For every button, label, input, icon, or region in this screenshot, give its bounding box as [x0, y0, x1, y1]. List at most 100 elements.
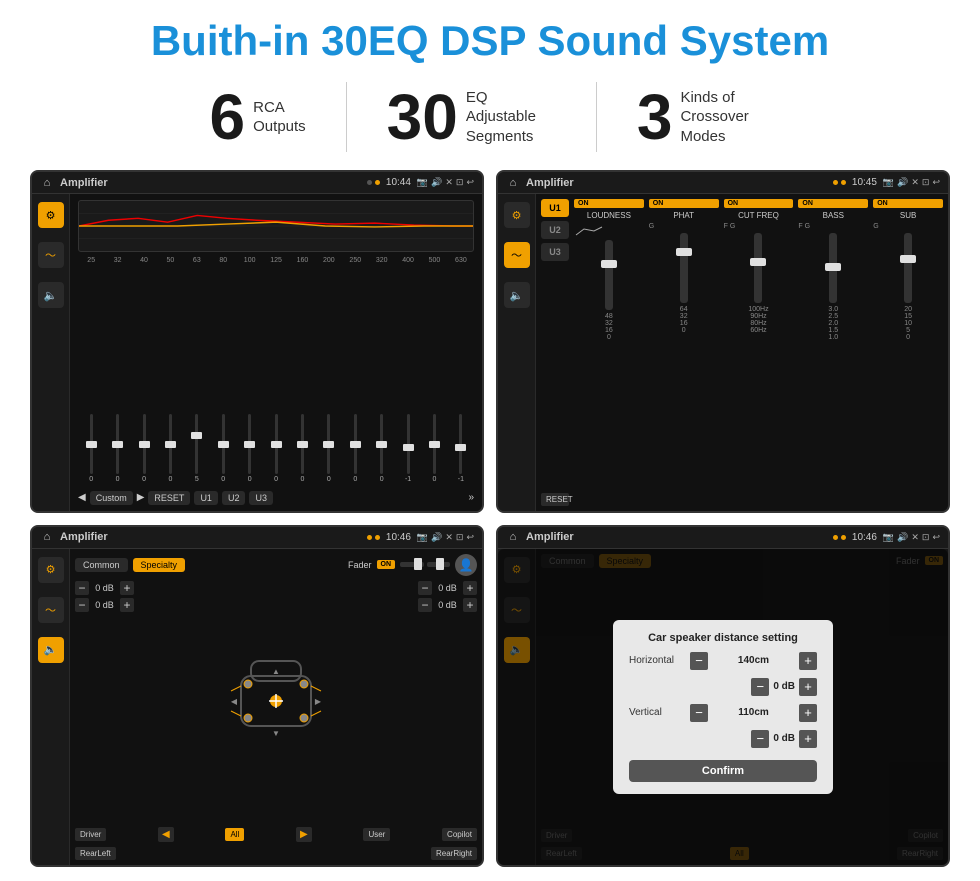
eq-reset-btn[interactable]: RESET — [148, 491, 190, 505]
btn-all[interactable]: All — [225, 828, 244, 841]
btn-user[interactable]: User — [363, 828, 390, 841]
bass-on-badge[interactable]: ON — [798, 199, 868, 208]
dialog-horizontal-minus[interactable]: − — [690, 652, 708, 670]
dot6 — [375, 535, 380, 540]
fader-track-1[interactable] — [400, 562, 424, 567]
home-icon-2[interactable]: ⌂ — [506, 176, 520, 190]
eq-prev-arrow[interactable]: ◀ — [78, 492, 86, 503]
distance-status-bar: ⌂ Amplifier 10:46 📷 🔊 ✕ ⊡ ↩ — [498, 527, 948, 549]
volume-icon-4: 🔊 — [897, 532, 908, 543]
loudness-on-badge[interactable]: ON — [574, 199, 644, 208]
btn-copilot[interactable]: Copilot — [442, 828, 477, 841]
tab-specialty[interactable]: Specialty — [133, 558, 186, 572]
dialog-db-plus-1[interactable]: + — [799, 678, 817, 696]
crossover-sidebar-speaker[interactable]: 🔈 — [504, 282, 530, 308]
dialog-db-plus-2[interactable]: + — [799, 730, 817, 748]
fader-thumb-1 — [414, 558, 422, 570]
loudness-slider[interactable] — [605, 240, 613, 310]
eq-freq-200: 200 — [316, 257, 342, 264]
fader-sidebar-active[interactable]: 🔈 — [38, 637, 64, 663]
eq-preset-custom[interactable]: Custom — [90, 491, 133, 505]
dialog-db-val-2: 0 dB — [773, 733, 795, 744]
fader-sidebar-eq[interactable]: ⚙ — [38, 557, 64, 583]
eq-status-dots — [367, 180, 380, 185]
page-wrapper: Buith-in 30EQ DSP Sound System 6 RCAOutp… — [0, 0, 980, 881]
btn-arrow-right[interactable]: ▶ — [296, 827, 312, 842]
camera-icon-4: 📷 — [883, 532, 894, 543]
db-plus-1[interactable]: + — [120, 581, 134, 595]
dialog-confirm-button[interactable]: Confirm — [629, 760, 817, 782]
phat-label: PHAT — [649, 211, 719, 220]
db-plus-3[interactable]: + — [463, 581, 477, 595]
cutfreq-slider[interactable] — [754, 233, 762, 303]
cutfreq-on-badge[interactable]: ON — [724, 199, 794, 208]
loudness-curve — [574, 223, 604, 237]
back-icon-3[interactable]: ↩ — [466, 532, 474, 543]
preset-u1[interactable]: U1 — [541, 199, 569, 217]
dialog-db-minus-1[interactable]: − — [751, 678, 769, 696]
x-icon-4: ✕ — [911, 532, 919, 543]
home-icon-4[interactable]: ⌂ — [506, 530, 520, 544]
preset-u3[interactable]: U3 — [541, 243, 569, 261]
eq-app-name: Amplifier — [60, 177, 361, 189]
crossover-status-icons: 📷 🔊 ✕ ⊡ ↩ — [883, 177, 940, 188]
btn-rear-left[interactable]: RearLeft — [75, 847, 116, 860]
dot2 — [375, 180, 380, 185]
db-minus-2[interactable]: − — [75, 598, 89, 612]
crossover-sidebar-eq[interactable]: ⚙ — [504, 202, 530, 228]
home-icon[interactable]: ⌂ — [40, 176, 54, 190]
db-minus-3[interactable]: − — [418, 581, 432, 595]
btn-driver[interactable]: Driver — [75, 828, 106, 841]
distance-screen-content: ⚙ 〜 🔈 Common Specialty Fader ON Dri — [498, 549, 948, 865]
dialog-db-minus-2[interactable]: − — [751, 730, 769, 748]
btn-rear-right[interactable]: RearRight — [431, 847, 477, 860]
fader-sidebar: ⚙ 〜 🔈 — [32, 549, 70, 865]
dialog-vertical-label: Vertical — [629, 707, 684, 718]
fader-screen-card: ⌂ Amplifier 10:46 📷 🔊 ✕ ⊡ ↩ ⚙ 〜 — [30, 525, 484, 867]
crossover-app-name: Amplifier — [526, 177, 827, 189]
db-minus-1[interactable]: − — [75, 581, 89, 595]
crossover-col-loudness: ON LOUDNESS 4832160 — [574, 199, 644, 505]
sub-on-badge[interactable]: ON — [873, 199, 943, 208]
eq-next-arrow[interactable]: ▶ — [137, 492, 145, 503]
eq-freq-40: 40 — [131, 257, 157, 264]
preset-u2[interactable]: U2 — [541, 221, 569, 239]
back-icon-2[interactable]: ↩ — [932, 177, 940, 188]
bass-slider[interactable] — [829, 233, 837, 303]
db-plus-4[interactable]: + — [463, 598, 477, 612]
dialog-vertical-plus[interactable]: + — [799, 704, 817, 722]
eq-u1-btn[interactable]: U1 — [194, 491, 218, 505]
phat-on-badge[interactable]: ON — [649, 199, 719, 208]
back-icon[interactable]: ↩ — [466, 177, 474, 188]
db-control-3: − 0 dB + — [418, 581, 477, 595]
fader-avatar[interactable]: 👤 — [455, 554, 477, 576]
crossover-sidebar-active[interactable]: 〜 — [504, 242, 530, 268]
eq-sidebar-equalizer[interactable]: ⚙ — [38, 202, 64, 228]
fader-sidebar-wave[interactable]: 〜 — [38, 597, 64, 623]
eq-sidebar-speaker[interactable]: 🔈 — [38, 282, 64, 308]
fader-on-toggle[interactable]: ON — [377, 560, 396, 569]
home-icon-3[interactable]: ⌂ — [40, 530, 54, 544]
eq-sidebar-wave[interactable]: 〜 — [38, 242, 64, 268]
eq-u3-btn[interactable]: U3 — [249, 491, 273, 505]
fader-track-2[interactable] — [427, 562, 451, 567]
eq-more-icon[interactable]: » — [468, 492, 474, 503]
cutfreq-thumb — [750, 258, 766, 266]
bass-values: 3.02.52.01.51.0 — [798, 306, 868, 341]
db-plus-2[interactable]: + — [120, 598, 134, 612]
crossover-reset[interactable]: RESET — [541, 493, 569, 506]
eq-u2-btn[interactable]: U2 — [222, 491, 246, 505]
eq-slider-11: 0 — [368, 414, 394, 483]
x-icon-3: ✕ — [445, 532, 453, 543]
tab-common[interactable]: Common — [75, 558, 128, 572]
volume-icon: 🔊 — [431, 177, 442, 188]
window-icon-3: ⊡ — [456, 532, 464, 543]
sub-slider[interactable] — [904, 233, 912, 303]
back-icon-4[interactable]: ↩ — [932, 532, 940, 543]
fader-status-icons: 📷 🔊 ✕ ⊡ ↩ — [417, 532, 474, 543]
phat-slider[interactable] — [680, 233, 688, 303]
btn-arrow-left[interactable]: ◀ — [158, 827, 174, 842]
dialog-vertical-minus[interactable]: − — [690, 704, 708, 722]
dialog-horizontal-plus[interactable]: + — [799, 652, 817, 670]
db-minus-4[interactable]: − — [418, 598, 432, 612]
